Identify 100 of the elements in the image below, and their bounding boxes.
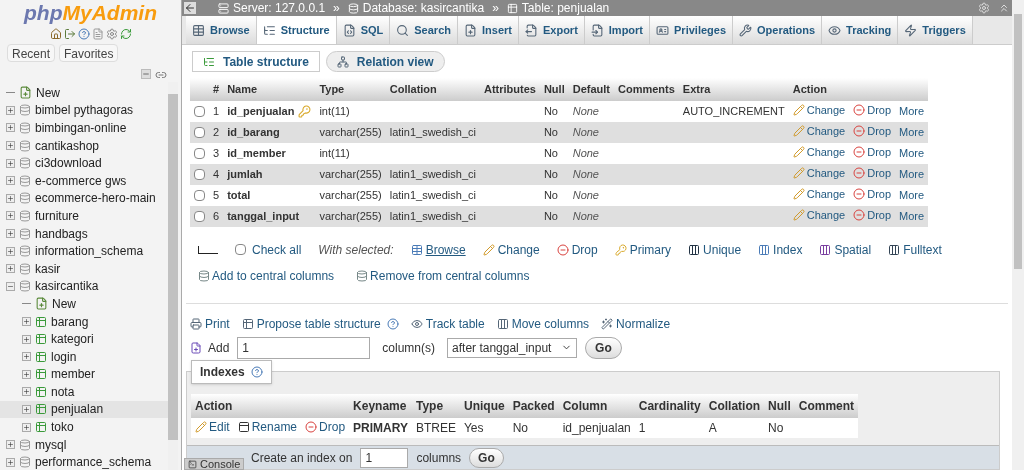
change-link[interactable]: Change bbox=[792, 101, 846, 119]
central-columns-link[interactable]: Remove from central columns bbox=[356, 266, 530, 285]
drop-link[interactable]: Drop bbox=[853, 143, 892, 161]
tree-item[interactable]: kategori bbox=[0, 330, 168, 348]
expand-icon[interactable] bbox=[6, 246, 15, 256]
row-checkbox[interactable] bbox=[194, 210, 205, 222]
row-checkbox[interactable] bbox=[194, 168, 205, 180]
link-icon[interactable] bbox=[155, 69, 167, 81]
tab[interactable]: Tracking bbox=[822, 16, 899, 44]
bulk-action-link[interactable]: Unique bbox=[688, 240, 742, 259]
tool-link[interactable]: Move columns bbox=[496, 314, 590, 333]
more-link[interactable]: More bbox=[899, 146, 925, 159]
sidebar-tab[interactable]: Recent bbox=[7, 44, 56, 62]
expand-icon[interactable] bbox=[22, 317, 31, 326]
drop-link[interactable]: Drop bbox=[853, 185, 892, 203]
bulk-action-link[interactable]: Index bbox=[758, 240, 803, 259]
breadcrumb-link[interactable]: Database: kasircantika bbox=[362, 0, 485, 17]
row-checkbox[interactable] bbox=[194, 147, 205, 159]
expand-icon[interactable] bbox=[22, 352, 31, 362]
bulk-action-link[interactable]: Change bbox=[482, 240, 540, 259]
expand-icon[interactable] bbox=[6, 264, 15, 274]
more-link[interactable]: More bbox=[899, 125, 925, 138]
tree-item[interactable]: ci3download bbox=[0, 154, 168, 172]
expand-icon[interactable] bbox=[6, 211, 15, 221]
tree-item[interactable]: login bbox=[0, 347, 168, 366]
console-button[interactable]: Console bbox=[184, 458, 245, 470]
tab[interactable]: Search bbox=[390, 16, 458, 44]
tree-item[interactable]: nota bbox=[0, 383, 168, 401]
tree-item[interactable]: handbags bbox=[0, 224, 168, 243]
drop-link[interactable]: Drop bbox=[853, 164, 892, 182]
more-link[interactable]: More bbox=[899, 104, 925, 117]
help-icon[interactable] bbox=[77, 28, 90, 40]
logo[interactable]: phpMyAdmin bbox=[0, 1, 181, 25]
check-all-label[interactable]: Check all bbox=[252, 240, 302, 259]
tool-link[interactable]: Propose table structure bbox=[241, 314, 381, 333]
settings-icon[interactable] bbox=[105, 28, 118, 40]
column-count-field[interactable]: 1 bbox=[237, 336, 371, 359]
tab[interactable]: Operations bbox=[733, 16, 823, 44]
tab[interactable]: Export bbox=[518, 16, 585, 44]
reload-icon[interactable] bbox=[119, 28, 132, 40]
tree-item[interactable]: ecommerce-hero-main bbox=[0, 189, 168, 208]
expand-icon[interactable] bbox=[22, 369, 31, 379]
tree-item[interactable]: toko bbox=[0, 418, 168, 436]
document-icon[interactable] bbox=[91, 28, 104, 40]
subtab[interactable]: Table structure bbox=[192, 51, 320, 72]
breadcrumb-link[interactable]: Server: 127.0.0.1 bbox=[233, 0, 326, 17]
home-icon[interactable] bbox=[49, 28, 62, 40]
index-columns-field[interactable]: 1 bbox=[360, 447, 409, 468]
expand-icon[interactable] bbox=[22, 422, 31, 432]
change-link[interactable]: Change bbox=[792, 206, 846, 224]
row-checkbox[interactable] bbox=[194, 189, 205, 201]
tree-item[interactable]: barang bbox=[0, 312, 168, 331]
scrollbar[interactable] bbox=[1012, 0, 1024, 470]
expand-icon[interactable] bbox=[22, 387, 31, 397]
go-button[interactable]: Go bbox=[469, 447, 504, 468]
more-link[interactable]: More bbox=[899, 209, 925, 222]
tree-item[interactable]: kasir bbox=[0, 259, 168, 278]
drop-link[interactable]: Drop bbox=[305, 417, 346, 436]
rename-link[interactable]: Rename bbox=[237, 417, 298, 436]
tool-link[interactable]: Normalize bbox=[601, 314, 671, 333]
back-icon[interactable] bbox=[184, 2, 196, 14]
tool-link[interactable]: Print bbox=[190, 314, 230, 333]
tab[interactable]: Structure bbox=[256, 16, 337, 44]
change-link[interactable]: Change bbox=[792, 164, 846, 182]
tree-item[interactable]: kasircantika bbox=[0, 277, 168, 296]
edit-link[interactable]: Edit bbox=[195, 417, 230, 436]
tree-item[interactable]: information_schema bbox=[0, 242, 168, 260]
expand-icon[interactable] bbox=[22, 334, 31, 344]
bulk-action-link[interactable]: Spatial bbox=[819, 240, 872, 259]
tab[interactable]: Triggers bbox=[898, 16, 973, 44]
expand-icon[interactable] bbox=[6, 141, 15, 151]
expand-icon[interactable] bbox=[6, 193, 15, 203]
tree-item[interactable]: New bbox=[0, 84, 168, 102]
bulk-action-link[interactable]: Browse bbox=[410, 240, 466, 259]
change-link[interactable]: Change bbox=[792, 122, 846, 140]
sidebar-tab[interactable]: Favorites bbox=[59, 44, 119, 62]
tab[interactable]: Browse bbox=[186, 16, 257, 44]
expand-icon[interactable] bbox=[6, 123, 15, 133]
row-checkbox[interactable] bbox=[194, 105, 205, 117]
more-link[interactable]: More bbox=[899, 167, 925, 180]
tree-item[interactable]: furniture bbox=[0, 207, 168, 225]
subtab[interactable]: Relation view bbox=[325, 51, 445, 72]
breadcrumb-link[interactable]: Table: penjualan bbox=[521, 0, 610, 17]
expand-icon[interactable] bbox=[6, 176, 15, 186]
tree-item[interactable]: e-commerce gws bbox=[0, 171, 168, 190]
change-link[interactable]: Change bbox=[792, 185, 846, 203]
expand-icon[interactable] bbox=[6, 229, 15, 239]
tab[interactable]: SQL bbox=[336, 16, 391, 44]
row-checkbox[interactable] bbox=[194, 126, 205, 138]
tree-item[interactable]: bimbel pythagoras bbox=[0, 101, 168, 120]
bulk-action-link[interactable]: Drop bbox=[556, 240, 598, 259]
expand-icon[interactable] bbox=[6, 440, 15, 450]
tree-item[interactable]: New bbox=[0, 295, 168, 313]
expand-icon[interactable] bbox=[6, 158, 15, 168]
tree-item[interactable]: performance_schema bbox=[0, 453, 168, 470]
tree-item[interactable]: bimbingan-online bbox=[0, 119, 168, 137]
collapse-all-icon[interactable] bbox=[141, 69, 151, 79]
bulk-action-link[interactable]: Primary bbox=[614, 240, 672, 259]
tree-item[interactable]: cantikashop bbox=[0, 136, 168, 155]
tree-item[interactable]: member bbox=[0, 365, 168, 384]
